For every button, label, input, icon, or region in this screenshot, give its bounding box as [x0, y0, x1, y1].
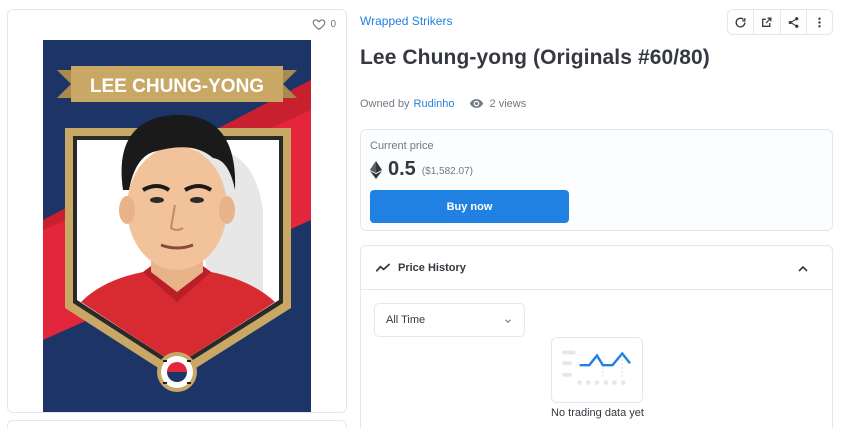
owned-by-label: Owned by — [360, 97, 410, 110]
price-history-panel: Price History All Time No trading data y… — [360, 245, 833, 428]
price-row: 0.5 ($1,582.07) — [370, 158, 473, 181]
more-options-button[interactable] — [807, 10, 832, 34]
views-label: 2 views — [489, 97, 527, 110]
trend-line-icon — [375, 262, 391, 272]
nft-artwork-image[interactable]: LEE CHUNG-YONG — [43, 40, 311, 412]
time-range-select[interactable]: All Time — [374, 303, 525, 337]
refresh-icon — [735, 17, 746, 27]
favorite-count: 0 — [330, 18, 336, 30]
item-toolbar — [727, 9, 833, 35]
artwork-details-panel — [7, 420, 347, 428]
artwork-card: 0 LEE CHUNG-YONG — [7, 9, 347, 413]
price-history-header[interactable]: Price History — [361, 246, 832, 290]
ethereum-icon — [370, 160, 382, 179]
refresh-button[interactable] — [728, 10, 755, 34]
external-link-icon — [762, 17, 772, 27]
more-icon — [818, 17, 821, 27]
external-link-button[interactable] — [754, 10, 781, 34]
ownership-row: Owned by Rudinho 2 views — [360, 96, 526, 111]
item-title: Lee Chung-yong (Originals #60/80) — [360, 46, 710, 69]
owner-link[interactable]: Rudinho — [414, 98, 455, 110]
price-value: 0.5 — [388, 158, 416, 180]
collection-link[interactable]: Wrapped Strikers — [360, 14, 452, 28]
heart-icon — [313, 19, 326, 30]
price-usd: ($1,582.07) — [421, 166, 473, 177]
favorite-button[interactable]: 0 — [312, 17, 336, 31]
eye-icon — [469, 99, 483, 108]
price-history-title: Price History — [398, 261, 466, 274]
views-count: 2 views — [469, 96, 527, 111]
price-panel: Current price 0.5 ($1,582.07) Buy now — [360, 129, 833, 231]
share-icon — [788, 16, 798, 28]
share-button[interactable] — [781, 10, 807, 34]
time-range-value: All Time — [386, 314, 426, 326]
chevron-up-icon[interactable] — [795, 261, 811, 277]
buy-now-button[interactable]: Buy now — [370, 190, 569, 223]
current-price-label: Current price — [370, 140, 434, 152]
chevron-down-icon — [505, 319, 511, 324]
artwork-banner-text: LEE CHUNG-YONG — [90, 76, 264, 97]
no-trading-data-text: No trading data yet — [551, 407, 644, 419]
empty-chart-illustration — [551, 337, 643, 403]
